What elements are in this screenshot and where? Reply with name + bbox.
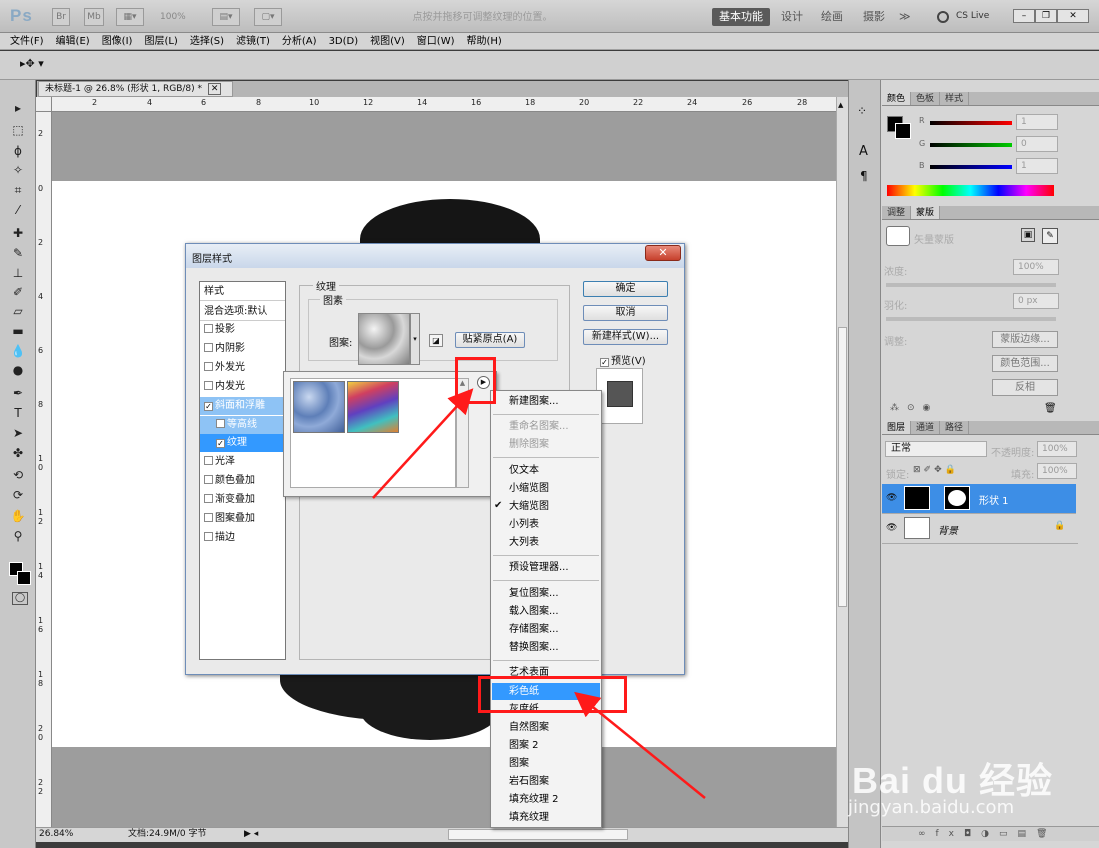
baidu-watermark-url: jingyan.baidu.com xyxy=(848,797,1015,818)
annotation-arrows xyxy=(372,388,706,799)
annotation-arrow xyxy=(372,388,474,499)
annotation-arrow xyxy=(574,691,706,799)
